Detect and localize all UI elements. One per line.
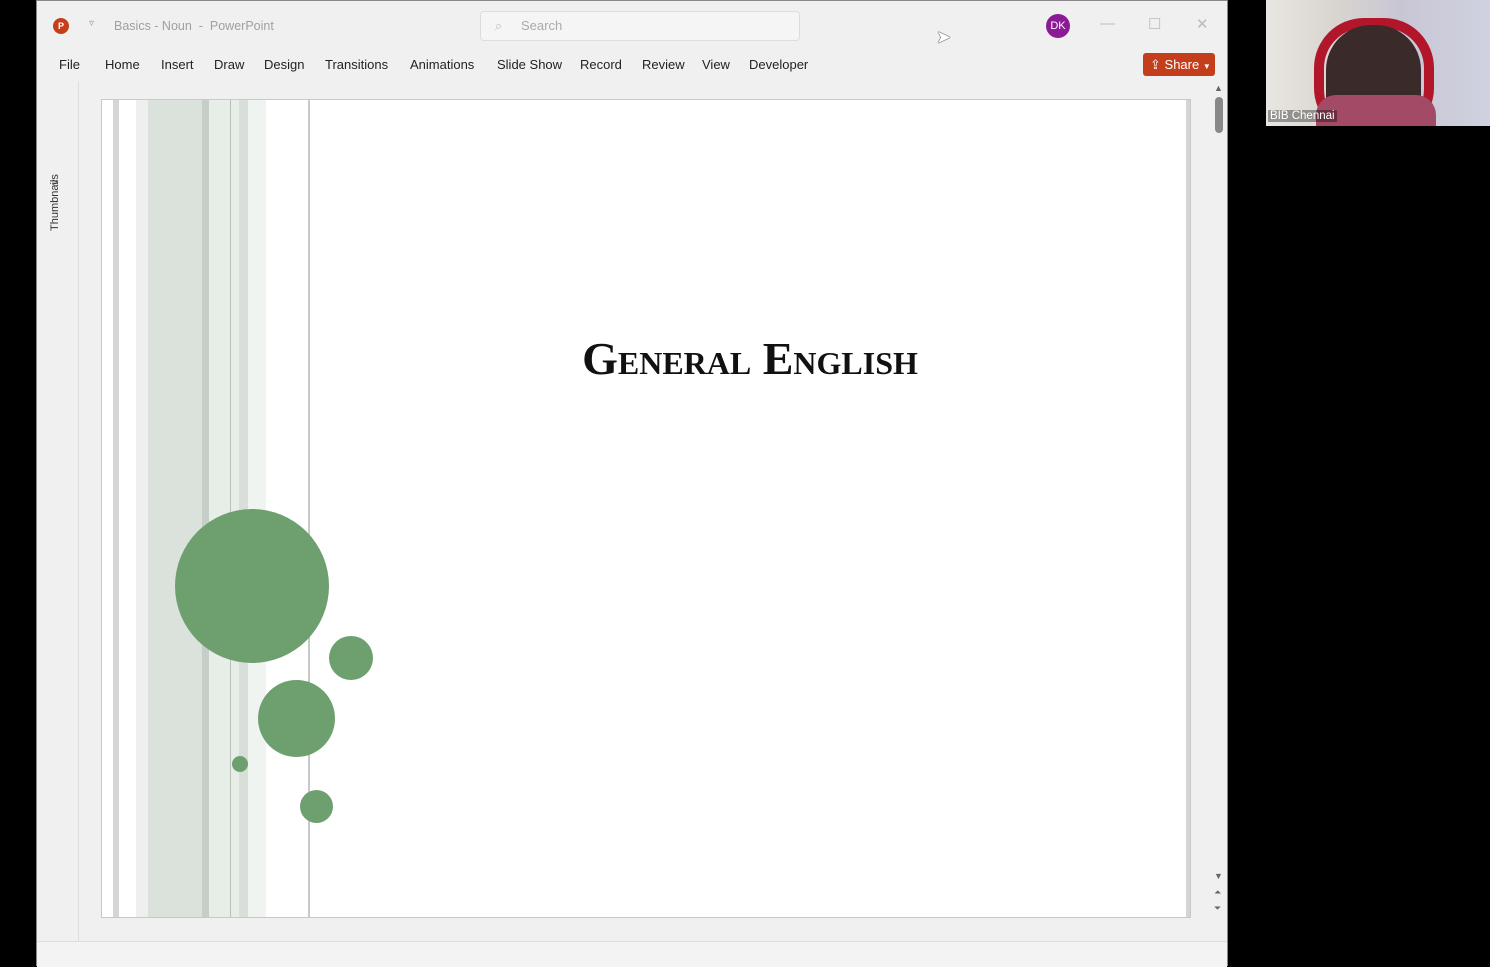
tab-insert[interactable]: Insert	[161, 57, 194, 72]
scroll-down-icon[interactable]: ▼	[1214, 871, 1223, 881]
tab-animations[interactable]: Animations	[410, 57, 474, 72]
tab-slide-show[interactable]: Slide Show	[497, 57, 562, 72]
thumbnails-label[interactable]: Thumbnails	[49, 174, 61, 231]
tab-view[interactable]: View	[702, 57, 730, 72]
quick-access-dropdown-icon[interactable]: ▿	[89, 18, 94, 29]
decorative-stripe	[230, 100, 231, 917]
ribbon-tabs: File Home Insert Draw Design Transitions…	[37, 57, 1227, 79]
powerpoint-logo-icon: P	[53, 18, 69, 34]
tab-transitions[interactable]: Transitions	[325, 57, 388, 72]
video-feed: BIB Chennai	[1266, 0, 1490, 126]
maximize-button[interactable]: ☐	[1148, 15, 1161, 33]
thumbnails-panel[interactable]: > Thumbnails	[37, 81, 79, 941]
search-icon: ⌕	[495, 18, 503, 33]
powerpoint-window: P ▿ Basics - Noun - PowerPoint ⌕ Search D…	[36, 0, 1228, 967]
slide-canvas[interactable]: General English	[101, 99, 1191, 918]
previous-slide-icon[interactable]: ⏶	[1214, 887, 1221, 898]
user-avatar[interactable]: DK	[1046, 14, 1070, 38]
tab-review[interactable]: Review	[642, 57, 685, 72]
document-title: Basics - Noun - PowerPoint	[114, 19, 274, 33]
minimize-button[interactable]: —	[1100, 15, 1115, 32]
decorative-circle	[329, 636, 373, 680]
tab-record[interactable]: Record	[580, 57, 622, 72]
share-icon: ⇪	[1150, 57, 1161, 72]
decorative-circle	[175, 509, 329, 663]
decorative-circle	[300, 790, 333, 823]
share-button[interactable]: ⇪ Share ▼	[1143, 53, 1215, 76]
decorative-stripe	[1186, 100, 1190, 917]
status-bar	[37, 941, 1227, 967]
chevron-down-icon: ▼	[1202, 62, 1211, 71]
vertical-scrollbar[interactable]: ▲ ▼ ⏶ ⏷	[1211, 81, 1227, 921]
tab-draw[interactable]: Draw	[214, 57, 244, 72]
next-slide-icon[interactable]: ⏷	[1214, 903, 1221, 914]
tab-home[interactable]: Home	[105, 57, 140, 72]
decorative-circle	[232, 756, 248, 772]
decorative-stripe	[113, 100, 119, 917]
mouse-cursor-icon: ➤	[936, 27, 952, 47]
tab-design[interactable]: Design	[264, 57, 304, 72]
decorative-stripe	[136, 100, 148, 917]
close-button[interactable]: ✕	[1196, 15, 1209, 33]
decorative-circle	[258, 680, 335, 757]
participant-name: BIB Chennai	[1268, 110, 1337, 122]
scroll-up-icon[interactable]: ▲	[1214, 83, 1223, 93]
tab-file[interactable]: File	[59, 57, 80, 72]
search-input[interactable]: ⌕ Search	[480, 11, 800, 41]
scrollbar-thumb[interactable]	[1215, 97, 1223, 133]
title-bar: P ▿ Basics - Noun - PowerPoint ⌕ Search D…	[37, 1, 1227, 49]
slide-title[interactable]: General English	[308, 332, 1190, 385]
decorative-stripe	[148, 100, 202, 917]
decorative-stripe	[202, 100, 209, 917]
decorative-stripe	[209, 100, 239, 917]
tab-developer[interactable]: Developer	[749, 57, 808, 72]
